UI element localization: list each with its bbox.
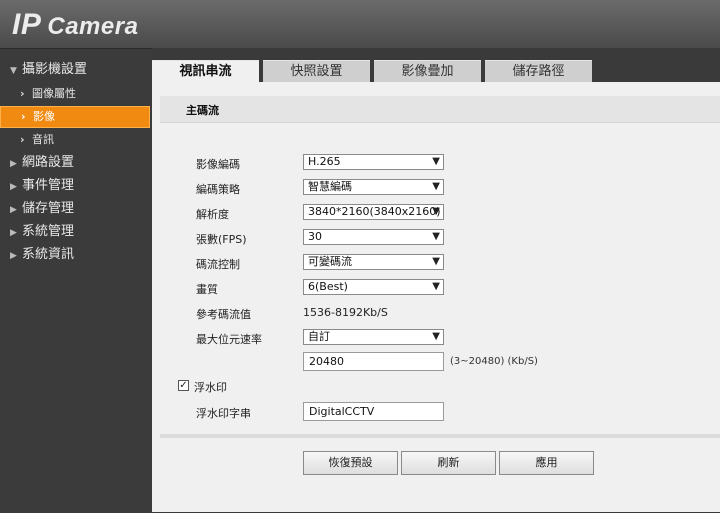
resolution-select[interactable]: 3840*2160(3840x2160) ▼ — [303, 204, 444, 220]
custom-bitrate-range: (3~20480) (Kb/S) — [450, 356, 538, 367]
sidebar-item-label: 攝影機設置 — [22, 62, 88, 77]
sidebar-item-label: 音訊 — [32, 133, 54, 146]
chevron-down-icon: ▼ — [432, 206, 440, 217]
chevron-right-icon: › — [20, 133, 25, 146]
checkmark-icon: ✓ — [179, 380, 188, 391]
encoding-label: 影像編碼 — [196, 158, 240, 171]
max-bitrate-label: 最大位元速率 — [196, 333, 262, 346]
triangle-right-icon: ▶ — [10, 251, 17, 261]
divider — [160, 434, 720, 438]
bitrate-control-label: 碼流控制 — [196, 258, 240, 271]
sidebar-item-label: 系統資訊 — [22, 247, 75, 262]
chevron-down-icon: ▼ — [432, 281, 440, 292]
sidebar-item-events[interactable]: ▶ 事件管理 — [0, 175, 152, 197]
triangle-right-icon: ▶ — [10, 159, 17, 169]
ref-bitrate-label: 參考碼流值 — [196, 308, 251, 321]
refresh-button[interactable]: 刷新 — [401, 451, 496, 475]
fps-label: 張數(FPS) — [196, 233, 247, 246]
sidebar-item-image-properties[interactable]: › 圖像屬性 — [0, 83, 150, 105]
resolution-value: 3840*2160(3840x2160) — [308, 205, 441, 218]
chevron-down-icon: ▼ — [432, 331, 440, 342]
tab-strip: 視訊串流 快照設置 影像疊加 儲存路徑 — [152, 48, 720, 84]
sidebar-item-network[interactable]: ▶ 網路設置 — [0, 152, 152, 174]
fps-value: 30 — [308, 230, 322, 243]
sidebar-item-label: 影像 — [33, 110, 55, 123]
sidebar: ▼ 攝影機設置 › 圖像屬性 › 影像 › 音訊 ▶ 網路設置 ▶ 事件管理 ▶ 儲存管理 ▶… — [0, 48, 152, 513]
strategy-value: 智慧編碼 — [308, 180, 352, 193]
logo-ip-text: IP — [12, 8, 42, 41]
sidebar-item-label: 儲存管理 — [22, 201, 75, 216]
bitrate-control-value: 可變碼流 — [308, 255, 352, 268]
section-title: 主碼流 — [186, 104, 219, 117]
sidebar-item-video[interactable]: › 影像 — [0, 106, 150, 128]
tab-snapshot[interactable]: 快照設置 — [263, 60, 370, 83]
strategy-select[interactable]: 智慧編碼 ▼ — [303, 179, 444, 195]
chevron-right-icon: › — [20, 87, 25, 100]
chevron-down-icon: ▼ — [432, 256, 440, 267]
app-logo: IP Camera — [12, 8, 138, 42]
max-bitrate-value: 自訂 — [308, 330, 330, 343]
quality-value: 6(Best) — [308, 280, 348, 293]
sidebar-item-system-info[interactable]: ▶ 系統資訊 — [0, 244, 152, 266]
sidebar-item-audio[interactable]: › 音訊 — [0, 129, 150, 151]
quality-select[interactable]: 6(Best) ▼ — [303, 279, 444, 295]
triangle-right-icon: ▶ — [10, 182, 17, 192]
watermark-checkbox[interactable]: ✓ — [178, 380, 189, 391]
restore-default-button[interactable]: 恢復預設 — [303, 451, 398, 475]
triangle-right-icon: ▶ — [10, 205, 17, 215]
encoding-select[interactable]: H.265 ▼ — [303, 154, 444, 170]
quality-label: 畫質 — [196, 283, 218, 296]
sidebar-item-label: 事件管理 — [22, 178, 75, 193]
ref-bitrate-value: 1536-8192Kb/S — [303, 306, 388, 319]
fps-select[interactable]: 30 ▼ — [303, 229, 444, 245]
section-header: 主碼流 — [160, 96, 720, 123]
logo-camera-text: Camera — [47, 13, 139, 40]
triangle-down-icon: ▼ — [10, 66, 17, 76]
strategy-label: 編碼策略 — [196, 183, 240, 196]
encoding-value: H.265 — [308, 155, 341, 168]
watermark-label: 浮水印 — [194, 381, 227, 394]
chevron-right-icon: › — [21, 110, 26, 123]
tab-overlay[interactable]: 影像疊加 — [374, 60, 481, 83]
app-header: IP Camera — [0, 0, 720, 48]
chevron-down-icon: ▼ — [432, 181, 440, 192]
triangle-right-icon: ▶ — [10, 228, 17, 238]
sidebar-item-storage[interactable]: ▶ 儲存管理 — [0, 198, 152, 220]
max-bitrate-select[interactable]: 自訂 ▼ — [303, 329, 444, 345]
custom-bitrate-input[interactable]: 20480 — [303, 352, 444, 371]
sidebar-item-camera-settings[interactable]: ▼ 攝影機設置 — [0, 59, 152, 81]
sidebar-item-label: 圖像屬性 — [32, 87, 76, 100]
content-panel: 主碼流 影像編碼 H.265 ▼ 編碼策略 智慧編碼 ▼ 解析度 3840*21… — [152, 82, 720, 512]
tab-video-stream[interactable]: 視訊串流 — [152, 60, 259, 84]
resolution-label: 解析度 — [196, 208, 229, 221]
watermark-string-label: 浮水印字串 — [196, 407, 251, 420]
sidebar-item-label: 系統管理 — [22, 224, 75, 239]
sidebar-item-system[interactable]: ▶ 系統管理 — [0, 221, 152, 243]
chevron-down-icon: ▼ — [432, 231, 440, 242]
watermark-string-input[interactable]: DigitalCCTV — [303, 402, 444, 421]
apply-button[interactable]: 應用 — [499, 451, 594, 475]
chevron-down-icon: ▼ — [432, 156, 440, 167]
tab-storage-path[interactable]: 儲存路徑 — [485, 60, 592, 83]
bitrate-control-select[interactable]: 可變碼流 ▼ — [303, 254, 444, 270]
sidebar-item-label: 網路設置 — [22, 155, 75, 170]
